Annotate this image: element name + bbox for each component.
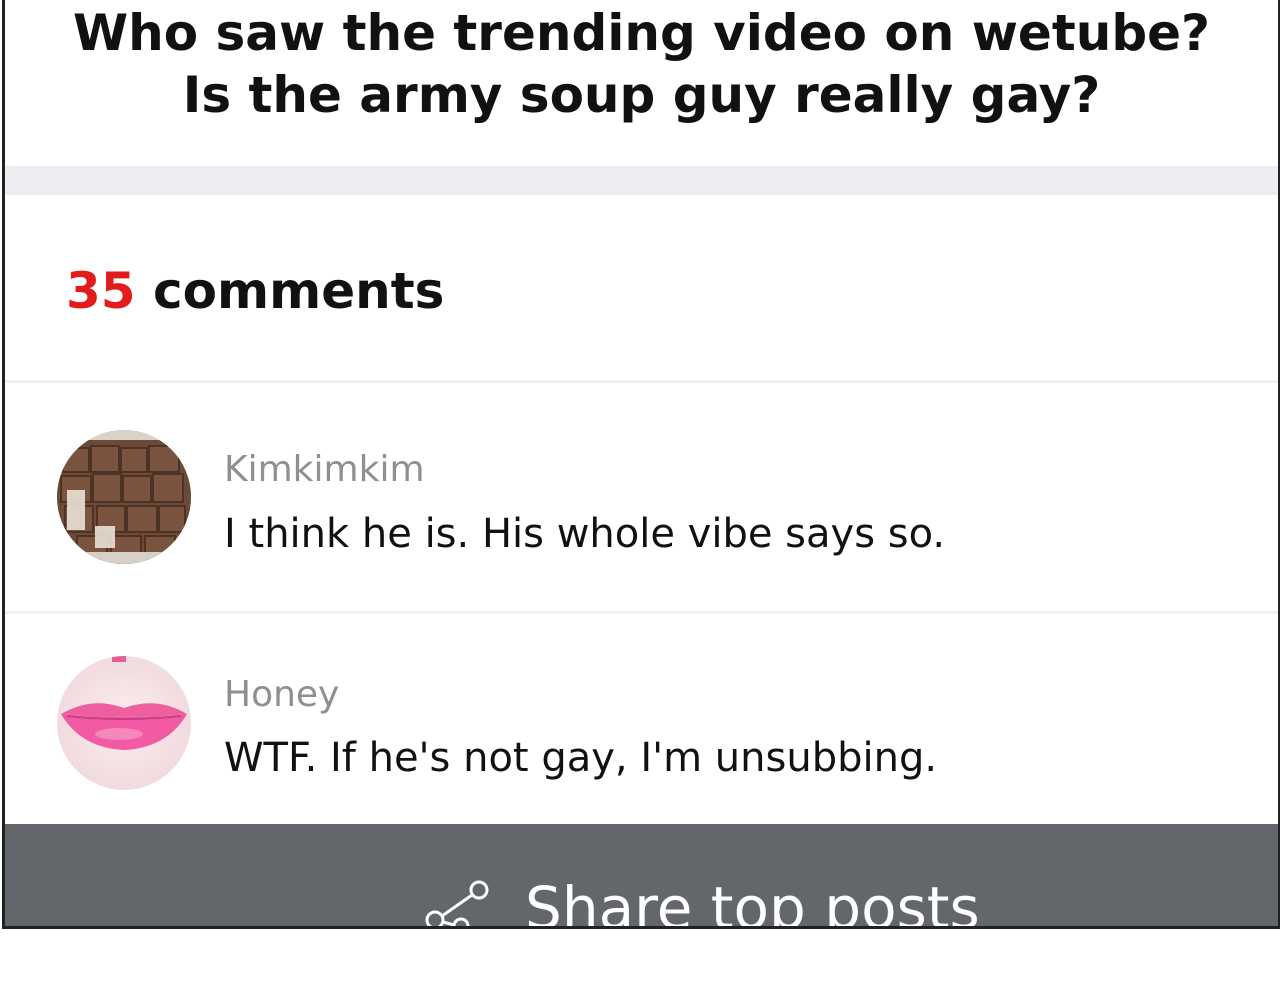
share-top-posts-label: Share top posts [525,874,980,929]
comment-username[interactable]: Honey [224,674,339,715]
comments-label: comments [153,262,445,320]
user-avatar[interactable] [57,430,191,564]
share-bar[interactable]: Share top posts [5,824,1278,929]
comment-username[interactable]: Kimkimkim [224,449,425,490]
post-page: Who saw the trending video on wetube? Is… [2,0,1280,929]
post-title: Who saw the trending video on wetube? Is… [5,2,1278,126]
comments-count: 35 [66,262,136,320]
brownie-tray-avatar-icon [57,430,191,564]
comments-header: 35 comments [66,262,444,320]
post-title-line-1: Who saw the trending video on wetube? [72,4,1211,62]
comment-item[interactable]: Kimkimkim I think he is. His whole vibe … [5,383,1278,603]
post-title-line-2: Is the army soup guy really gay? [182,66,1101,124]
comment-text: WTF. If he's not gay, I'm unsubbing. [224,735,938,781]
section-divider [5,166,1278,195]
comment-text: I think he is. His whole vibe says so. [224,511,946,557]
pink-lips-avatar-icon [57,656,191,790]
share-icon [425,880,489,926]
user-avatar[interactable] [57,656,191,790]
comment-item[interactable]: Honey WTF. If he's not gay, I'm unsubbin… [5,614,1278,834]
